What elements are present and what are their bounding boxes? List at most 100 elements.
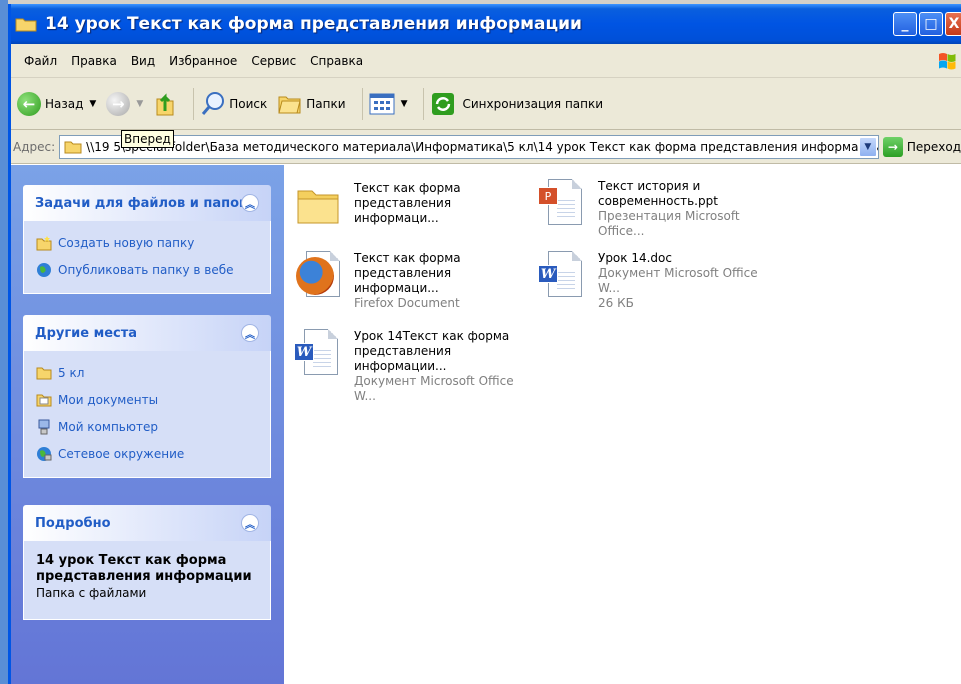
folder-icon: [64, 141, 82, 153]
firefox-icon: [294, 251, 342, 299]
file-size: 26 КБ: [598, 296, 634, 310]
up-button[interactable]: [153, 91, 177, 117]
file-name-line1: Текст как форма: [354, 251, 461, 265]
collapse-icon[interactable]: ︽: [241, 514, 259, 532]
word-icon: W: [538, 251, 586, 299]
place-network[interactable]: Сетевое окружение: [36, 440, 258, 467]
address-field[interactable]: \\19 5\special.folder\База методического…: [59, 134, 879, 159]
window-controls: _ □ X: [893, 12, 961, 36]
file-item[interactable]: W Урок 14Текст как форма представления и…: [294, 329, 534, 404]
other-places-body: 5 кл Мои документы Мой компьютер Сетевое…: [23, 351, 271, 478]
menu-edit[interactable]: Правка: [64, 54, 124, 68]
place-my-computer-label: Мой компьютер: [58, 419, 158, 434]
window-title: 14 урок Текст как форма представления ин…: [45, 14, 582, 34]
toolbar-separator: [193, 87, 195, 120]
task-pane: Задачи для файлов и папок ︽ Создать нову…: [11, 165, 284, 684]
details-folder-name: 14 урок Текст как форма представления ин…: [36, 553, 252, 584]
title-bar[interactable]: 14 урок Текст как форма представления ин…: [11, 4, 961, 44]
file-name-line1: Урок 14.doc: [598, 251, 672, 265]
place-5kl[interactable]: 5 кл: [36, 359, 258, 386]
file-view: Текст как форма представления информаци.…: [284, 165, 961, 684]
file-tasks-header[interactable]: Задачи для файлов и папок ︽: [23, 185, 271, 221]
menu-help[interactable]: Справка: [303, 54, 370, 68]
menu-view[interactable]: Вид: [124, 54, 162, 68]
file-tasks-box: Задачи для файлов и папок ︽ Создать нову…: [23, 185, 271, 294]
toolbar: ← Назад ▼ → ▼ Поиск Папки ▼ Синхронизаци…: [11, 78, 961, 130]
menu-favorites[interactable]: Избранное: [162, 54, 244, 68]
place-my-documents[interactable]: Мои документы: [36, 386, 258, 413]
explorer-window: 14 урок Текст как форма представления ин…: [8, 4, 961, 684]
folders-icon: [278, 96, 301, 113]
file-name-line2: современность.ppt: [598, 194, 718, 208]
toolbar-separator: [423, 87, 425, 120]
file-name-line1: Текст история и: [598, 179, 701, 193]
minimize-button[interactable]: _: [893, 12, 917, 36]
file-item[interactable]: P Текст история и современность.ppt През…: [538, 179, 778, 239]
file-tasks-title: Задачи для файлов и папок: [35, 195, 248, 211]
go-label: Переход: [906, 139, 961, 154]
my-documents-icon: [36, 394, 52, 406]
address-label: Адрес:: [13, 139, 56, 154]
go-button[interactable]: → Переход: [882, 136, 961, 157]
other-places-box: Другие места ︽ 5 кл Мои документы Мой ко…: [23, 315, 271, 478]
close-button[interactable]: X: [945, 12, 961, 36]
new-folder-icon: [36, 235, 52, 250]
place-network-label: Сетевое окружение: [58, 446, 185, 461]
back-button[interactable]: ← Назад ▼: [17, 91, 96, 116]
menu-tools[interactable]: Сервис: [244, 54, 303, 68]
menu-bar: Файл Правка Вид Избранное Сервис Справка: [11, 44, 961, 78]
file-item[interactable]: W Урок 14.doc Документ Microsoft Office …: [538, 251, 778, 311]
sync-folder-button[interactable]: Синхронизация папки: [430, 91, 603, 117]
forward-arrow-icon: →: [106, 91, 131, 116]
file-name-line2: представления информации...: [354, 344, 452, 373]
publish-web-link[interactable]: Опубликовать папку в вебе: [36, 256, 258, 283]
file-name-line2: представления информаци...: [354, 196, 452, 225]
sync-label: Синхронизация папки: [462, 96, 604, 111]
file-type: Firefox Document: [354, 296, 460, 310]
file-name-line1: Текст как форма: [354, 181, 461, 195]
collapse-icon[interactable]: ︽: [241, 324, 259, 342]
new-folder-link[interactable]: Создать новую папку: [36, 229, 258, 256]
go-arrow-icon: →: [882, 136, 903, 157]
details-folder-type: Папка с файлами: [36, 586, 147, 600]
file-name-line2: представления информаци...: [354, 266, 452, 295]
back-arrow-icon: ←: [17, 91, 41, 116]
menu-file[interactable]: Файл: [17, 54, 64, 68]
word-icon: W: [294, 329, 342, 377]
place-my-documents-label: Мои документы: [58, 392, 159, 407]
views-button[interactable]: ▼: [369, 93, 408, 115]
details-header[interactable]: Подробно ︽: [23, 505, 271, 541]
folder-icon: [294, 181, 342, 229]
chevron-down-icon[interactable]: ▼: [136, 99, 143, 109]
other-places-header[interactable]: Другие места ︽: [23, 315, 271, 351]
publish-web-label: Опубликовать папку в вебе: [58, 262, 234, 277]
forward-tooltip: Вперед: [121, 130, 174, 148]
folder-icon: [36, 367, 52, 379]
search-label: Поиск: [229, 96, 268, 111]
sync-icon: [432, 92, 455, 115]
file-type: Документ Microsoft Office W...: [598, 266, 758, 295]
file-item[interactable]: Текст как форма представления информаци.…: [294, 181, 534, 229]
search-button[interactable]: Поиск: [200, 91, 267, 117]
address-bar: Адрес: \\19 5\special.folder\База методи…: [11, 130, 961, 164]
collapse-icon[interactable]: ︽: [241, 194, 259, 212]
powerpoint-icon: P: [538, 179, 586, 227]
folders-button[interactable]: Папки: [277, 93, 346, 115]
globe-icon: [37, 262, 51, 277]
folder-up-icon: [156, 92, 174, 115]
folder-icon: [15, 16, 37, 32]
chevron-down-icon[interactable]: ▼: [401, 99, 408, 109]
place-my-computer[interactable]: Мой компьютер: [36, 413, 258, 440]
views-icon: [369, 93, 395, 114]
file-item[interactable]: Текст как форма представления информаци.…: [294, 251, 534, 311]
chevron-down-icon[interactable]: ▼: [858, 136, 877, 157]
maximize-button[interactable]: □: [919, 12, 943, 36]
chevron-down-icon[interactable]: ▼: [89, 99, 96, 109]
folders-label: Папки: [306, 96, 346, 111]
desktop-edge: [0, 0, 8, 684]
file-type: Документ Microsoft Office W...: [354, 374, 514, 403]
forward-button[interactable]: → ▼: [106, 91, 143, 116]
file-tasks-body: Создать новую папку Опубликовать папку в…: [23, 221, 271, 294]
file-type: Презентация Microsoft Office...: [598, 209, 740, 238]
file-name-line1: Урок 14Текст как форма: [354, 329, 510, 343]
